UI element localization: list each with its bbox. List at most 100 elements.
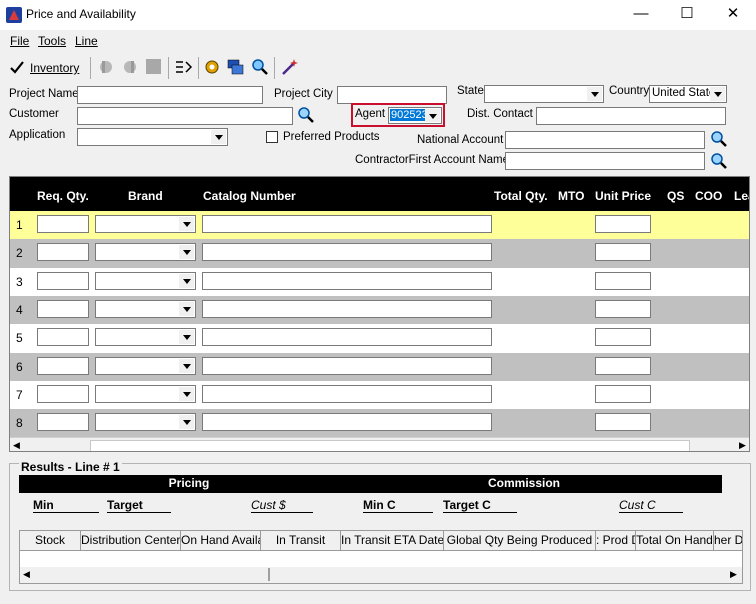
brand-dropdown[interactable] [95, 328, 196, 347]
col-total-qty[interactable]: Total Qty. [494, 189, 548, 203]
req-qty-input[interactable] [37, 299, 89, 318]
contractor-search-icon[interactable] [709, 151, 729, 171]
catalog-number-input[interactable] [202, 384, 492, 403]
unit-price-input[interactable] [595, 328, 651, 347]
catalog-number-input[interactable] [202, 413, 492, 432]
sub-scroll-right-icon[interactable]: ▶ [730, 569, 737, 580]
sub-col-on-hand[interactable]: On Hand Availa [181, 531, 261, 550]
catalog-number-input[interactable] [202, 356, 492, 375]
grid-row[interactable]: 6 [10, 352, 749, 382]
catalog-number-input[interactable] [202, 299, 492, 318]
col-mto[interactable]: MTO [558, 189, 584, 203]
toggle-icon[interactable] [96, 58, 116, 76]
col-coo[interactable]: COO [695, 189, 722, 203]
agent-dropdown[interactable]: 902523 [388, 107, 442, 124]
grid-row[interactable]: 5 [10, 324, 749, 354]
preferred-products-checkbox[interactable] [266, 131, 278, 143]
unit-price-input[interactable] [595, 413, 651, 432]
country-dropdown-arrow-icon[interactable] [710, 87, 725, 101]
col-qs[interactable]: QS [667, 189, 684, 203]
req-qty-input[interactable] [37, 328, 89, 347]
menu-line[interactable]: Line [75, 34, 98, 48]
sub-col-distribution-center[interactable]: Distribution Center [81, 531, 181, 550]
unit-price-input[interactable] [595, 271, 651, 290]
sub-scroll-left-icon[interactable]: ◀ [23, 569, 30, 580]
sub-col-stock[interactable]: Stock [20, 531, 81, 550]
sub-col-global-qty[interactable]: Global Qty Being Produced [444, 531, 596, 550]
windows-icon[interactable] [226, 58, 246, 76]
req-qty-input[interactable] [37, 413, 89, 432]
brand-dropdown-arrow-icon[interactable] [179, 358, 194, 373]
state-dropdown-arrow-icon[interactable] [587, 87, 602, 101]
country-dropdown[interactable]: United State [649, 85, 727, 103]
sub-col-in-transit-eta[interactable]: In Transit ETA Date [341, 531, 444, 550]
req-qty-input[interactable] [37, 356, 89, 375]
req-qty-input[interactable] [37, 215, 89, 233]
brand-dropdown-arrow-icon[interactable] [179, 273, 194, 288]
menu-file[interactable]: File [10, 34, 29, 48]
brand-dropdown[interactable] [95, 215, 196, 233]
sub-col-other-date[interactable]: her D [714, 531, 742, 550]
unit-price-input[interactable] [595, 215, 651, 233]
toggle-alt-icon[interactable] [120, 58, 140, 76]
inventory-button[interactable]: Inventory [6, 57, 86, 79]
col-lead[interactable]: Lea [734, 189, 749, 203]
brand-dropdown[interactable] [95, 299, 196, 318]
maximize-button[interactable]: ☐ [664, 0, 710, 30]
grid-row[interactable]: 1 [10, 211, 749, 240]
req-qty-input[interactable] [37, 271, 89, 290]
unit-price-input[interactable] [595, 384, 651, 403]
project-city-input[interactable] [337, 86, 447, 104]
stop-icon[interactable] [144, 58, 164, 76]
brand-dropdown[interactable] [95, 384, 196, 403]
subgrid-horizontal-scrollbar[interactable]: ◀ ▶ [20, 567, 742, 583]
sub-col-total-on-hand[interactable]: Total On Hand [636, 531, 714, 550]
list-icon[interactable] [174, 58, 194, 76]
grid-row[interactable]: 7 [10, 380, 749, 410]
brand-dropdown-arrow-icon[interactable] [179, 217, 194, 231]
agent-dropdown-arrow-icon[interactable] [425, 109, 440, 122]
catalog-number-input[interactable] [202, 271, 492, 290]
national-account-search-icon[interactable] [709, 129, 729, 149]
grid-scroll-thumb[interactable] [90, 440, 690, 451]
application-dropdown[interactable] [77, 128, 228, 146]
brand-dropdown[interactable] [95, 413, 196, 432]
magic-wand-icon[interactable] [280, 58, 300, 76]
catalog-number-input[interactable] [202, 328, 492, 347]
unit-price-input[interactable] [595, 243, 651, 262]
dist-contact-input[interactable] [536, 107, 726, 125]
brand-dropdown[interactable] [95, 243, 196, 262]
brand-dropdown-arrow-icon[interactable] [179, 301, 194, 316]
req-qty-input[interactable] [37, 384, 89, 403]
grid-row[interactable]: 2 [10, 239, 749, 269]
brand-dropdown-arrow-icon[interactable] [179, 245, 194, 260]
brand-dropdown-arrow-icon[interactable] [179, 330, 194, 345]
menu-tools[interactable]: Tools [38, 34, 66, 48]
brand-dropdown[interactable] [95, 271, 196, 290]
magnifier-icon[interactable] [250, 58, 270, 76]
state-dropdown[interactable] [484, 85, 604, 103]
contractor-input[interactable] [505, 152, 705, 170]
brand-dropdown[interactable] [95, 356, 196, 375]
grid-horizontal-scrollbar[interactable]: ◀ ▶ [10, 437, 749, 451]
grid-row[interactable]: 4 [10, 295, 749, 325]
close-button[interactable]: ✕ [710, 0, 756, 30]
minimize-button[interactable]: — [618, 0, 664, 30]
sub-col-in-transit[interactable]: In Transit [261, 531, 341, 550]
scroll-left-icon[interactable]: ◀ [13, 440, 20, 451]
national-account-input[interactable] [505, 131, 705, 149]
brand-dropdown-arrow-icon[interactable] [179, 415, 194, 430]
customer-search-icon[interactable] [296, 105, 316, 125]
subgrid-scroll-thumb[interactable] [268, 568, 270, 581]
col-unit-price[interactable]: Unit Price [595, 189, 651, 203]
unit-price-input[interactable] [595, 356, 651, 375]
application-dropdown-arrow-icon[interactable] [211, 130, 226, 144]
col-req-qty[interactable]: Req. Qty. [37, 189, 89, 203]
brand-dropdown-arrow-icon[interactable] [179, 386, 194, 401]
col-brand[interactable]: Brand [128, 189, 163, 203]
grid-row[interactable]: 8 [10, 409, 749, 439]
sub-col-prod-date[interactable]: : Prod D [596, 531, 636, 550]
catalog-number-input[interactable] [202, 215, 492, 233]
unit-price-input[interactable] [595, 299, 651, 318]
catalog-number-input[interactable] [202, 243, 492, 262]
